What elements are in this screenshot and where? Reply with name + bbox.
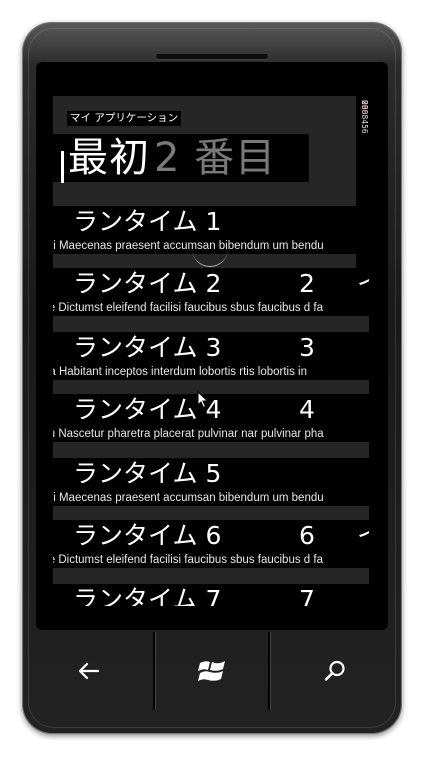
app-screen: マイ アプリケーション 最初 2 番目 23 000 0088456 ランタイム 1 …: [53, 78, 369, 606]
list-item[interactable]: ランタイム 3 3 na Habitant inceptos interdum …: [53, 332, 369, 396]
speaker-grille: [156, 54, 268, 59]
item-extra-1: 6: [299, 521, 315, 550]
list-item[interactable]: ランタイム 6 6 イ ce Dictumst eleifend facilis…: [53, 520, 369, 584]
windows-logo-icon: [198, 661, 225, 681]
button-divider: [153, 632, 155, 710]
list-item[interactable]: ランタイム 2 2 イ ce Dictumst eleifend facilis…: [53, 268, 369, 332]
item-title: ランタイム 3: [73, 333, 222, 362]
item-subtitle: ori Maecenas praesent accumsan bibendum …: [53, 492, 324, 504]
list-item[interactable]: ランタイム 4 4 cu Nascetur pharetra placerat …: [53, 394, 369, 458]
pivot-edge-indicator: [61, 150, 64, 183]
pivot-headers: 最初 2 番目: [53, 134, 309, 183]
app-title: マイ アプリケーション: [67, 111, 182, 126]
back-arrow-icon: [78, 662, 100, 680]
list-item[interactable]: ランタイム 5 ori Maecenas praesent accumsan b…: [53, 458, 369, 522]
pivot-header-second[interactable]: 2 番目: [154, 134, 276, 182]
pivot-header-first[interactable]: 最初: [68, 134, 150, 182]
item-subtitle: cu Nascetur pharetra placerat pulvinar n…: [53, 428, 324, 440]
item-title: ランタイム 7: [73, 585, 222, 606]
item-title: ランタイム 1: [73, 207, 222, 236]
item-subtitle: ce Dictumst eleifend facilisi faucibus s…: [53, 302, 323, 314]
start-button[interactable]: [156, 632, 268, 710]
item-extra-1: 2: [299, 269, 315, 298]
item-extra-2: イ: [357, 520, 369, 552]
item-subtitle: ori Maecenas praesent accumsan bibendum …: [53, 240, 324, 252]
item-extra-2: イ: [357, 268, 369, 300]
item-title: ランタイム 6: [73, 521, 222, 550]
item-extra-1: 7: [299, 585, 315, 606]
back-button[interactable]: [24, 632, 154, 710]
item-extra-1: 3: [299, 333, 315, 362]
item-subtitle: na Habitant inceptos interdum lobortis r…: [53, 366, 307, 378]
item-title: ランタイム 2: [73, 269, 222, 298]
item-extra-1: 4: [299, 395, 315, 424]
search-icon: [324, 660, 345, 681]
list-item[interactable]: ランタイム 7 7: [53, 584, 369, 606]
item-title: ランタイム 5: [73, 459, 222, 488]
item-subtitle: ce Dictumst eleifend facilisi faucibus s…: [53, 554, 323, 566]
status-bar: [53, 78, 369, 96]
search-button[interactable]: [270, 632, 400, 710]
